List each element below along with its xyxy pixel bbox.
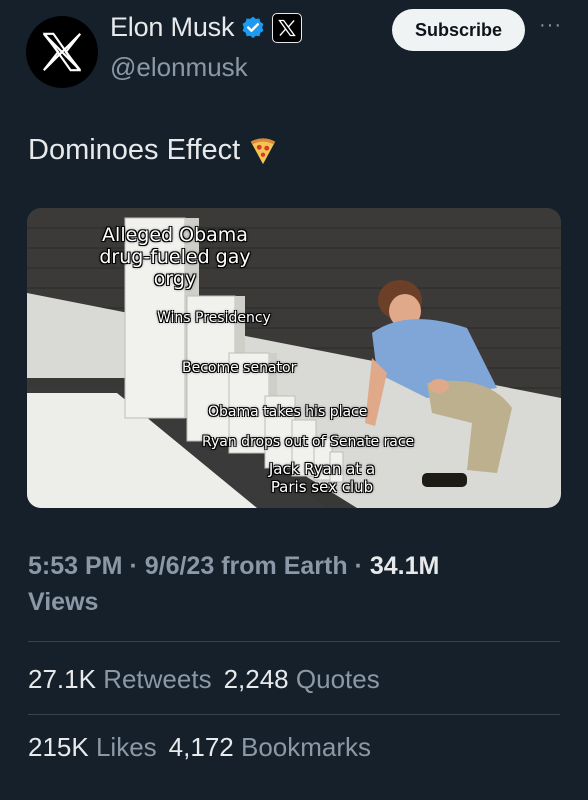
author-display-name[interactable]: Elon Musk xyxy=(110,12,234,43)
tweet-text-content: Dominoes Effect xyxy=(28,134,241,166)
meme-label: Obama takes his place xyxy=(208,404,368,420)
views-count: 34.1M xyxy=(369,552,440,580)
divider xyxy=(28,641,560,642)
meta-separator: · xyxy=(354,552,370,580)
bookmarks-count: 4,172 xyxy=(168,732,234,762)
bookmarks-stat[interactable]: 4,172 Bookmarks xyxy=(169,732,371,763)
likes-label: Likes xyxy=(95,732,157,762)
meme-label: Wins Presidency xyxy=(157,310,271,326)
divider xyxy=(28,714,560,715)
tweet-detail: Elon Musk @elonmusk Subscribe ··· Domino… xyxy=(0,0,588,800)
tweet-time[interactable]: 5:53 PM xyxy=(28,552,122,580)
tweet-source: from Earth xyxy=(221,552,348,580)
retweets-count: 27.1K xyxy=(28,664,96,694)
meme-label: Become senator xyxy=(182,360,297,376)
affiliate-x-badge-icon[interactable] xyxy=(272,12,303,43)
quotes-label: Quotes xyxy=(295,664,380,694)
meta-separator: · xyxy=(129,552,145,580)
tweet-text: Dominoes Effect xyxy=(28,134,278,167)
meme-label: Alleged Obama drug-fueled gay orgy xyxy=(99,224,251,290)
likes-count: 215K xyxy=(28,732,89,762)
avatar[interactable] xyxy=(26,16,98,88)
likes-stat[interactable]: 215K Likes xyxy=(28,732,157,763)
tweet-media-image[interactable]: Alleged Obama drug-fueled gay orgy Wins … xyxy=(27,208,561,508)
quotes-stat[interactable]: 2,248 Quotes xyxy=(224,664,380,695)
stats-row-reposts: 27.1K Retweets 2,248 Quotes xyxy=(28,664,380,695)
tweet-date[interactable]: 9/6/23 xyxy=(145,552,215,580)
stats-row-likes: 215K Likes 4,172 Bookmarks xyxy=(28,732,371,763)
retweets-label: Retweets xyxy=(103,664,212,694)
meme-label: Ryan drops out of Senate race xyxy=(202,434,415,450)
author-name-row: Elon Musk xyxy=(110,12,303,43)
pizza-emoji-icon xyxy=(251,137,276,164)
meme-label: Jack Ryan at a Paris sex club xyxy=(268,460,376,496)
retweets-stat[interactable]: 27.1K Retweets xyxy=(28,664,212,695)
bookmarks-label: Bookmarks xyxy=(240,732,372,762)
verified-badge-icon[interactable] xyxy=(240,15,266,41)
subscribe-button[interactable]: Subscribe xyxy=(392,9,525,51)
tweet-meta: 5:53 PM · 9/6/23 from Earth · 34.1M View… xyxy=(28,548,568,620)
x-logo-icon xyxy=(278,19,297,36)
author-handle[interactable]: @elonmusk xyxy=(110,52,248,83)
quotes-count: 2,248 xyxy=(223,664,289,694)
views-label: Views xyxy=(28,588,99,616)
x-logo-icon xyxy=(42,32,82,72)
more-options-icon[interactable]: ··· xyxy=(539,14,562,37)
